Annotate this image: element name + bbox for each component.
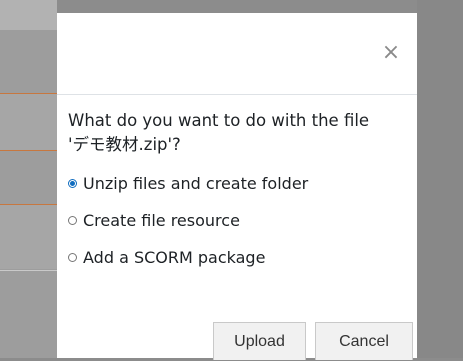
backdrop-divider <box>0 270 57 271</box>
backdrop-right <box>417 0 463 358</box>
upload-dialog: × What do you want to do with the file '… <box>57 13 417 360</box>
backdrop-band <box>0 0 57 30</box>
cancel-button[interactable]: Cancel <box>315 322 413 360</box>
option-label: Unzip files and create folder <box>83 173 309 193</box>
upload-button[interactable]: Upload <box>213 322 306 360</box>
option-create-file-resource[interactable]: Create file resource <box>68 209 406 231</box>
dialog-header: × <box>57 13 417 95</box>
radio-icon[interactable] <box>68 215 77 225</box>
backdrop-row <box>0 94 57 150</box>
option-unzip[interactable]: Unzip files and create folder <box>68 172 406 194</box>
option-label: Create file resource <box>83 210 240 230</box>
dialog-question: What do you want to do with the file 'デモ… <box>68 109 398 157</box>
option-label: Add a SCORM package <box>83 247 266 267</box>
backdrop-line <box>0 150 57 151</box>
option-add-scorm[interactable]: Add a SCORM package <box>68 246 406 268</box>
backdrop-row <box>0 205 57 269</box>
dialog-footer: Upload Cancel <box>204 322 413 360</box>
question-line-2: 'デモ教材.zip'? <box>68 135 181 154</box>
close-icon[interactable]: × <box>381 42 401 64</box>
radio-selected-icon[interactable] <box>68 178 77 188</box>
dialog-body: What do you want to do with the file 'デモ… <box>57 95 417 268</box>
question-line-1: What do you want to do with the file <box>68 111 370 130</box>
radio-icon[interactable] <box>68 252 77 262</box>
backdrop-left <box>0 0 57 358</box>
options-group: Unzip files and create folder Create fil… <box>68 172 406 268</box>
